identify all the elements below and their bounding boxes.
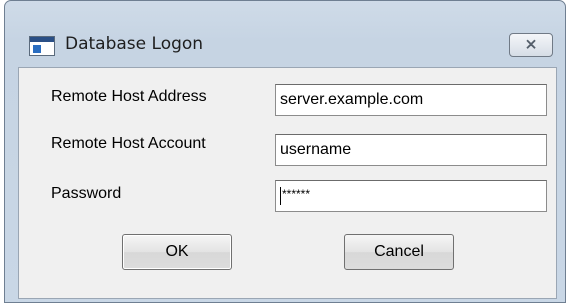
host-account-input[interactable]: username (275, 134, 547, 166)
host-address-label: Remote Host Address (51, 88, 207, 105)
password-label: Password (51, 185, 122, 202)
cancel-button[interactable]: Cancel (344, 234, 454, 270)
host-address-input[interactable]: server.example.com (275, 84, 547, 116)
application-window-icon (29, 36, 55, 56)
password-input[interactable]: ****** (275, 180, 547, 212)
logon-dialog: Database Logon ⨯ Remote Host Address ser… (4, 0, 566, 303)
dialog-body: Remote Host Address server.example.com R… (18, 67, 557, 299)
text-cursor (280, 187, 281, 205)
host-account-label: Remote Host Account (51, 135, 206, 152)
ok-button[interactable]: OK (122, 234, 232, 270)
dialog-title: Database Logon (65, 34, 204, 54)
close-icon: ⨯ (524, 36, 538, 53)
password-mask: ****** (282, 187, 311, 201)
close-button[interactable]: ⨯ (509, 33, 553, 57)
